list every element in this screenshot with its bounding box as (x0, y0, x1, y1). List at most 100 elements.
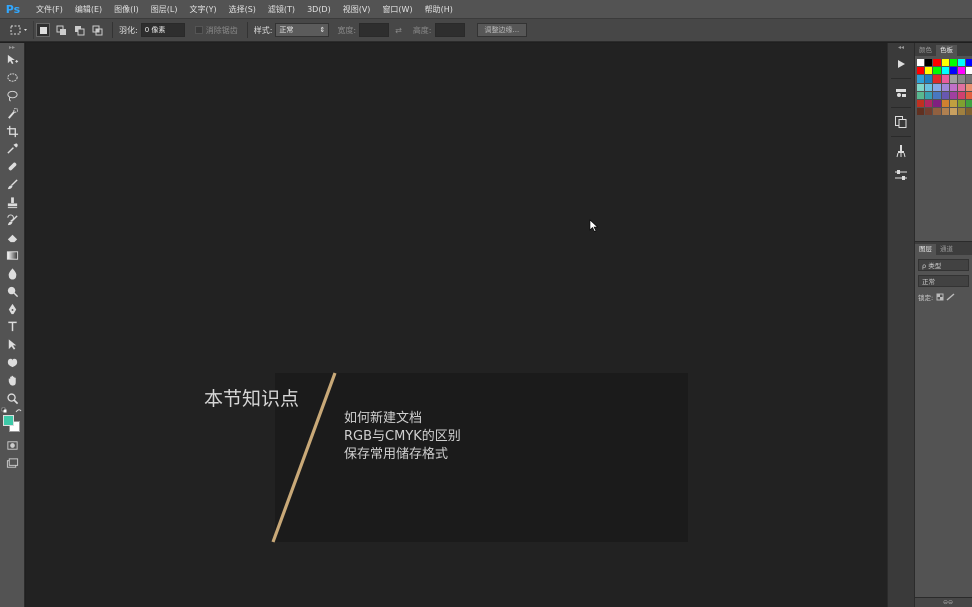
dodge-tool[interactable] (0, 282, 25, 300)
gradient-tool[interactable] (0, 247, 25, 265)
quick-mask-button[interactable] (0, 437, 25, 455)
layer-filter-select[interactable]: ρ 类型 (918, 258, 969, 271)
color-swatch[interactable] (941, 91, 949, 100)
shape-tool[interactable] (0, 354, 25, 372)
intersect-selection-button[interactable] (90, 23, 104, 37)
style-select[interactable]: 正常 ⇕ (275, 23, 330, 37)
adjustments-panel-button[interactable] (888, 164, 914, 186)
quick-selection-tool[interactable] (0, 104, 25, 122)
document-canvas[interactable]: 本节知识点 如何新建文档 RGB与CMYK的区别 保存常用储存格式 (26, 43, 887, 607)
healing-brush-tool[interactable] (0, 158, 25, 176)
color-swatch[interactable] (966, 67, 972, 75)
color-swatch[interactable] (949, 67, 958, 75)
path-selection-tool[interactable] (0, 336, 25, 354)
color-swatch[interactable] (941, 83, 949, 91)
screen-mode-button[interactable] (0, 455, 25, 473)
color-swatch[interactable] (949, 108, 958, 116)
menu-image[interactable]: 图像(I) (108, 0, 145, 19)
color-swatch[interactable] (925, 108, 933, 116)
height-input[interactable] (434, 23, 465, 37)
eraser-tool[interactable] (0, 229, 25, 247)
color-swatch[interactable] (917, 91, 925, 100)
color-swatch[interactable] (957, 67, 966, 75)
color-swatch[interactable] (917, 67, 925, 75)
color-swatch[interactable] (917, 99, 925, 108)
type-tool[interactable] (0, 318, 25, 336)
photoshop-logo[interactable]: Ps (2, 0, 24, 19)
brush-tool[interactable] (0, 176, 25, 194)
clone-stamp-tool[interactable] (0, 193, 25, 211)
menu-window[interactable]: 窗口(W) (376, 0, 418, 19)
color-swatch[interactable] (957, 59, 966, 67)
color-swatch[interactable] (941, 108, 949, 116)
lasso-tool[interactable] (0, 87, 25, 105)
refine-edge-button[interactable]: 调整边缘... (476, 23, 528, 37)
color-swatch[interactable] (933, 67, 941, 75)
hand-tool[interactable] (0, 371, 25, 389)
color-swatch[interactable] (917, 75, 925, 83)
width-input[interactable] (359, 23, 390, 37)
color-swatch[interactable] (966, 91, 972, 100)
color-swatch[interactable] (925, 75, 933, 83)
feather-input[interactable]: 0 像素 (140, 23, 185, 37)
color-swatch[interactable] (933, 83, 941, 91)
add-selection-button[interactable] (54, 23, 68, 37)
color-swatch[interactable] (933, 99, 941, 108)
color-swatch[interactable] (941, 59, 949, 67)
color-swatch[interactable] (949, 75, 958, 83)
color-swatch[interactable] (957, 91, 966, 100)
color-swatch[interactable] (925, 59, 933, 67)
lock-brush-icon[interactable] (946, 292, 956, 301)
color-swatch[interactable] (925, 67, 933, 75)
color-swatch[interactable] (917, 59, 925, 67)
panel-grip-icon[interactable]: ◂◂ (888, 43, 914, 51)
subtract-selection-button[interactable] (72, 23, 86, 37)
color-swatch[interactable] (933, 91, 941, 100)
pen-tool[interactable] (0, 300, 25, 318)
new-selection-button[interactable] (36, 23, 50, 37)
color-swatch[interactable] (941, 99, 949, 108)
color-swatch[interactable] (917, 108, 925, 116)
layers-panel-footer[interactable]: ⊖⊖ (915, 597, 972, 607)
panel-grip-icon[interactable]: ▸▸ (0, 43, 24, 51)
color-swatch[interactable] (949, 59, 958, 67)
color-swatch[interactable] (933, 108, 941, 116)
color-swatch[interactable] (925, 83, 933, 91)
color-swatch[interactable] (966, 83, 972, 91)
default-colors-icon[interactable] (1, 407, 23, 414)
color-swatch[interactable] (966, 59, 972, 67)
color-swatch[interactable] (966, 108, 972, 116)
color-swatch[interactable] (925, 91, 933, 100)
blend-mode-select[interactable]: 正常 (918, 274, 969, 287)
color-swatch[interactable] (941, 75, 949, 83)
color-swatch[interactable] (933, 59, 941, 67)
antialias-checkbox[interactable] (194, 26, 203, 34)
brush-presets-button[interactable] (888, 140, 914, 162)
menu-3d[interactable]: 3D(D) (301, 0, 337, 19)
elliptical-marquee-tool[interactable] (0, 69, 25, 87)
color-swatch[interactable] (957, 108, 966, 116)
eyedropper-tool[interactable] (0, 140, 25, 158)
history-brush-tool[interactable] (0, 211, 25, 229)
swap-dimensions-icon[interactable]: ⇄ (395, 26, 402, 35)
color-swatch[interactable] (966, 99, 972, 108)
move-tool[interactable] (0, 51, 25, 69)
tab-color[interactable]: 颜色 (915, 45, 936, 56)
menu-filter[interactable]: 滤镜(T) (262, 0, 301, 19)
tab-channels[interactable]: 通道 (936, 244, 957, 255)
color-swatch[interactable] (925, 99, 933, 108)
lock-transparent-icon[interactable] (936, 293, 946, 301)
menu-file[interactable]: 文件(F) (30, 0, 69, 19)
color-swatch[interactable] (957, 83, 966, 91)
color-swatch[interactable] (933, 75, 941, 83)
tab-layers[interactable]: 图层 (915, 244, 936, 255)
menu-help[interactable]: 帮助(H) (419, 0, 459, 19)
actions-panel-button[interactable] (888, 53, 914, 75)
color-swatch[interactable] (957, 99, 966, 108)
history-panel-button[interactable] (888, 111, 914, 133)
color-swatch[interactable] (949, 91, 958, 100)
color-swatch[interactable] (957, 75, 966, 83)
menu-edit[interactable]: 编辑(E) (69, 0, 108, 19)
foreground-color-swatch[interactable] (3, 414, 14, 426)
properties-panel-button[interactable] (888, 82, 914, 104)
